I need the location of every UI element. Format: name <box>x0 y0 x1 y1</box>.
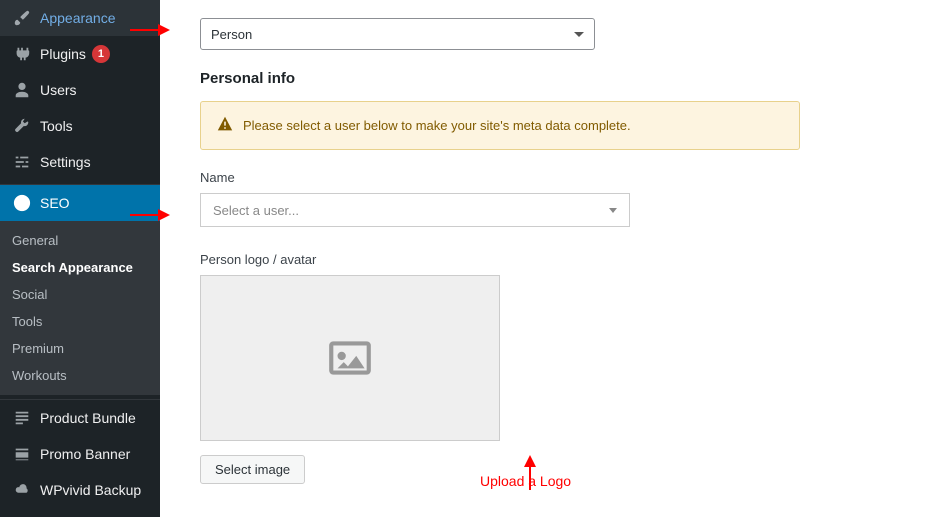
content-area: Person Personal info Please select a use… <box>160 0 941 517</box>
site-type-dropdown[interactable]: Person <box>200 18 595 50</box>
menu-users[interactable]: Users <box>0 72 160 108</box>
post-icon <box>12 408 32 428</box>
wrench-icon <box>12 116 32 136</box>
menu-label: Tools <box>40 118 73 134</box>
cloud-icon <box>12 480 32 500</box>
caret-down-icon <box>574 32 584 37</box>
seo-submenu: General Search Appearance Social Tools P… <box>0 221 160 395</box>
menu-wpvivid[interactable]: WPvivid Backup <box>0 472 160 508</box>
menu-promo-banner[interactable]: Promo Banner <box>0 436 160 472</box>
menu-label: WPvivid Backup <box>40 482 141 498</box>
banner-icon <box>12 444 32 464</box>
sliders-icon <box>12 152 32 172</box>
menu-label: Appearance <box>40 10 116 26</box>
avatar-label: Person logo / avatar <box>200 252 800 267</box>
menu-label: Promo Banner <box>40 446 130 462</box>
menu-settings[interactable]: Settings <box>0 144 160 180</box>
plug-icon <box>12 44 32 64</box>
menu-label: Product Bundle <box>40 410 136 426</box>
dropdown-placeholder: Select a user... <box>213 203 299 218</box>
submenu-tools[interactable]: Tools <box>0 308 160 335</box>
submenu-social[interactable]: Social <box>0 281 160 308</box>
avatar-upload-box[interactable] <box>200 275 500 441</box>
menu-seo[interactable]: SEO <box>0 185 160 221</box>
menu-label: Users <box>40 82 77 98</box>
submenu-search-appearance[interactable]: Search Appearance <box>0 254 160 281</box>
dropdown-selected-value: Person <box>211 27 252 42</box>
select-image-button[interactable]: Select image <box>200 455 305 484</box>
warning-icon <box>217 116 233 135</box>
warning-notice: Please select a user below to make your … <box>200 101 800 150</box>
warning-text: Please select a user below to make your … <box>243 118 631 133</box>
menu-tools[interactable]: Tools <box>0 108 160 144</box>
menu-appearance[interactable]: Appearance <box>0 0 160 36</box>
admin-sidebar: Appearance Plugins 1 Users Tools Setting… <box>0 0 160 517</box>
user-icon <box>12 80 32 100</box>
yoast-icon <box>12 193 32 213</box>
caret-down-icon <box>609 208 617 213</box>
menu-plugins[interactable]: Plugins 1 <box>0 36 160 72</box>
submenu-general[interactable]: General <box>0 227 160 254</box>
menu-label: SEO <box>40 195 70 211</box>
submenu-workouts[interactable]: Workouts <box>0 362 160 389</box>
update-badge: 1 <box>92 45 110 63</box>
image-placeholder-icon <box>325 333 375 383</box>
menu-product-bundle[interactable]: Product Bundle <box>0 400 160 436</box>
annotation-text: Upload a Logo <box>480 473 571 489</box>
section-heading: Personal info <box>200 70 800 87</box>
menu-label: Plugins <box>40 46 86 62</box>
name-label: Name <box>200 170 800 185</box>
submenu-premium[interactable]: Premium <box>0 335 160 362</box>
menu-label: Settings <box>40 154 91 170</box>
user-select-dropdown[interactable]: Select a user... <box>200 193 630 227</box>
brush-icon <box>12 8 32 28</box>
